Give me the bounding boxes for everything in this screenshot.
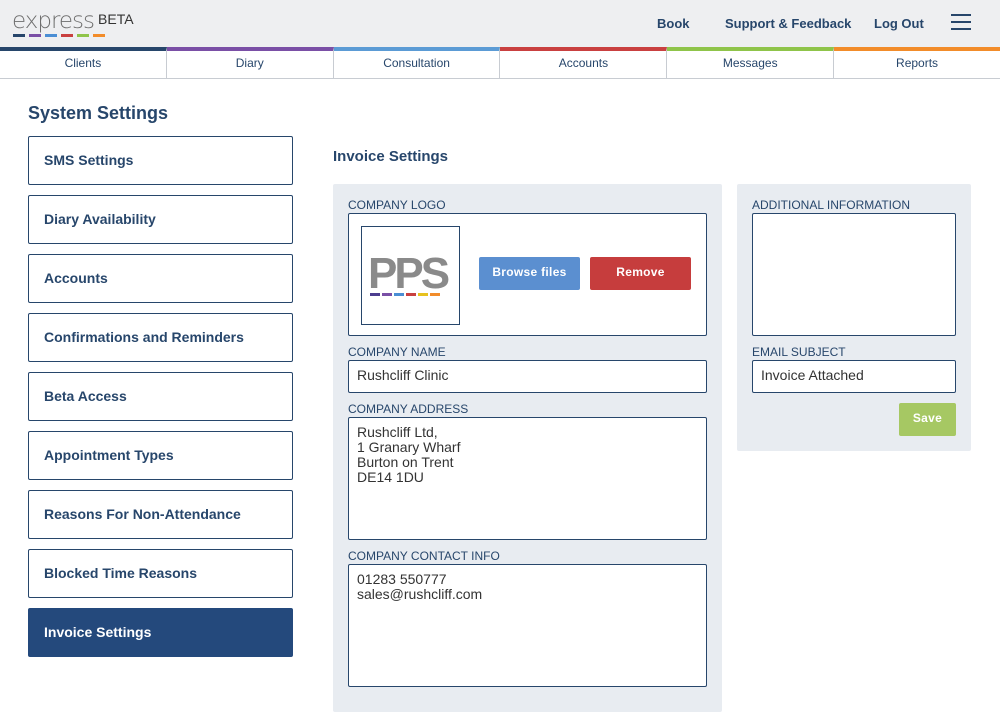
company-logo-label: COMPANY LOGO [348,198,446,212]
nav-support-feedback-link[interactable]: Support & Feedback [725,16,851,31]
tab-consultation[interactable]: Consultation [333,47,501,78]
top-bar: express BETA Book Support & Feedback Log … [0,0,1000,47]
hamburger-icon[interactable] [951,14,971,32]
sidebar-item-blocked-time-reasons[interactable]: Blocked Time Reasons [28,549,293,598]
company-name-field[interactable]: Rushcliff Clinic [348,360,707,393]
nav-logout-link[interactable]: Log Out [874,16,924,31]
tab-clients[interactable]: Clients [0,47,167,78]
company-address-value: Rushcliff Ltd, 1 Granary Wharf Burton on… [357,424,461,485]
company-name-label: COMPANY NAME [348,345,446,359]
sidebar-item-beta-access[interactable]: Beta Access [28,372,293,421]
pps-logo-dashes [370,293,440,296]
invoice-main-card: COMPANY LOGO PPS Browse files Remove COM… [333,184,722,712]
logo-beta-label: BETA [98,11,134,27]
sidebar-item-accounts[interactable]: Accounts [28,254,293,303]
sidebar-item-diary-availability[interactable]: Diary Availability [28,195,293,244]
pps-logo-text: PPS [368,249,450,298]
logo-color-dashes [13,34,105,37]
browse-files-button[interactable]: Browse files [479,257,580,290]
sidebar-item-non-attendance-reasons[interactable]: Reasons For Non-Attendance [28,490,293,539]
invoice-side-card: ADDITIONAL INFORMATION EMAIL SUBJECT Inv… [737,184,971,451]
additional-info-label: ADDITIONAL INFORMATION [752,198,911,212]
express-logo[interactable]: express BETA [12,8,134,37]
tab-accounts[interactable]: Accounts [500,47,668,78]
additional-info-field[interactable] [752,213,956,336]
sidebar-item-confirmations-reminders[interactable]: Confirmations and Reminders [28,313,293,362]
company-contact-field[interactable]: 01283 550777 sales@rushcliff.com [348,564,707,687]
company-contact-value: 01283 550777 sales@rushcliff.com [357,571,483,602]
email-subject-label: EMAIL SUBJECT [752,345,846,359]
sidebar-item-invoice-settings[interactable]: Invoice Settings [28,608,293,657]
company-name-value: Rushcliff Clinic [357,367,449,383]
additional-info-value [753,214,955,228]
page-title: System Settings [28,103,169,123]
sidebar-item-sms-settings[interactable]: SMS Settings [28,136,293,185]
company-logo-box: PPS Browse files Remove [348,213,707,336]
company-address-field[interactable]: Rushcliff Ltd, 1 Granary Wharf Burton on… [348,417,707,540]
company-logo-image: PPS [361,226,460,325]
email-subject-field[interactable]: Invoice Attached [752,360,956,393]
save-button[interactable]: Save [899,403,956,436]
company-address-label: COMPANY ADDRESS [348,402,469,416]
sidebar-item-appointment-types[interactable]: Appointment Types [28,431,293,480]
email-subject-value: Invoice Attached [761,367,864,383]
remove-logo-button[interactable]: Remove [590,257,691,290]
tab-diary[interactable]: Diary [166,47,334,78]
company-contact-label: COMPANY CONTACT INFO [348,549,500,563]
logo-wordmark: express [12,8,95,34]
nav-book-link[interactable]: Book [657,16,690,31]
section-title: Invoice Settings [333,148,449,165]
tab-messages[interactable]: Messages [667,47,835,78]
tab-reports[interactable]: Reports [834,47,1000,78]
main-tabs: Clients Diary Consultation Accounts Mess… [0,47,1000,79]
